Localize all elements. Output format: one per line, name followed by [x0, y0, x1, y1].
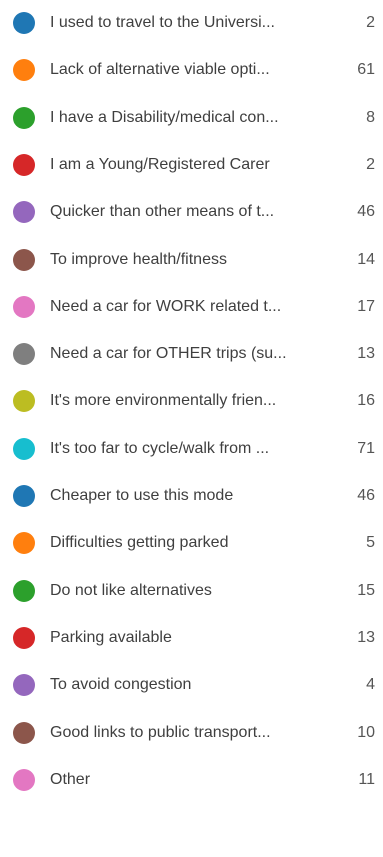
legend-value: 10 [357, 723, 375, 741]
legend-label: Good links to public transport... [50, 723, 271, 741]
legend-color-dot [13, 437, 35, 460]
legend-item[interactable]: Do not like alternatives 15 [0, 571, 383, 611]
legend-value: 17 [357, 297, 375, 315]
legend-label: I am a Young/Registered Carer [50, 155, 270, 173]
legend-value: 46 [357, 203, 375, 221]
legend-item[interactable]: Quicker than other means of t... 46 [0, 192, 383, 232]
legend-item[interactable]: To improve health/fitness 14 [0, 240, 383, 280]
legend-item[interactable]: To avoid congestion 4 [0, 665, 383, 705]
legend-label: Cheaper to use this mode [50, 487, 234, 504]
legend-item[interactable]: Lack of alternative viable opti... 61 [0, 50, 383, 90]
legend-value: 46 [357, 487, 375, 504]
legend-item[interactable]: I am a Young/Registered Carer 2 [0, 145, 383, 185]
legend-value: 16 [357, 392, 375, 410]
legend-item[interactable]: I used to travel to the Universi... 2 [0, 3, 383, 43]
legend-item[interactable]: It's too far to cycle/walk from ... 71 [0, 429, 383, 469]
legend-item[interactable]: Cheaper to use this mode 46 [0, 476, 383, 516]
chart-legend: I used to travel to the Universi... 2 Lack… [0, 0, 383, 857]
legend-item[interactable]: Other 11 [0, 760, 383, 800]
legend-value: 4 [366, 676, 375, 694]
legend-label: It's more environmentally frien... [50, 392, 277, 410]
legend-label: Lack of alternative viable opti... [50, 61, 270, 79]
legend-label: Need a car for OTHER trips (su... [50, 345, 287, 363]
legend-label: Quicker than other means of t... [50, 203, 275, 221]
legend-item[interactable]: Need a car for WORK related t... 17 [0, 287, 383, 327]
legend-label: To avoid congestion [50, 676, 192, 694]
legend-color-dot [13, 485, 35, 507]
legend-label: I have a Disability/medical con... [50, 108, 279, 126]
legend-label: Parking available [50, 628, 172, 646]
legend-value: 61 [357, 61, 375, 79]
legend-value: 2 [366, 155, 375, 173]
legend-item[interactable]: Parking available 13 [0, 618, 383, 658]
legend-value: 15 [357, 581, 375, 599]
legend-label: Do not like alternatives [50, 581, 212, 599]
legend-color-dot [13, 768, 35, 791]
legend-item[interactable]: It's more environmentally frien... 16 [0, 381, 383, 421]
legend-color-dot [13, 248, 35, 271]
legend-color-dot [13, 674, 35, 697]
legend-color-dot [13, 390, 35, 413]
legend-color-dot [13, 201, 35, 224]
legend-value: 13 [357, 628, 375, 646]
legend-item[interactable]: I have a Disability/medical con... 8 [0, 98, 383, 138]
legend-color-dot [13, 295, 35, 318]
legend-color-dot [13, 59, 35, 82]
legend-label: Difficulties getting parked [50, 534, 229, 552]
legend-label: It's too far to cycle/walk from ... [50, 439, 270, 457]
legend-value: 8 [366, 108, 375, 126]
legend-label: To improve health/fitness [50, 250, 227, 268]
legend-color-dot [13, 153, 35, 176]
legend-label: Other [50, 770, 91, 788]
legend-label: I used to travel to the Universi... [50, 14, 275, 31]
legend-color-dot [13, 721, 35, 744]
legend-value: 14 [357, 250, 375, 268]
legend-value: 71 [357, 439, 375, 457]
legend-value: 2 [366, 14, 375, 31]
legend-color-dot [13, 532, 35, 555]
legend-value: 13 [357, 345, 375, 363]
legend-value: 11 [358, 770, 375, 788]
legend-color-dot [13, 626, 35, 649]
legend-color-dot [13, 579, 35, 602]
legend-item[interactable]: Difficulties getting parked 5 [0, 523, 383, 563]
legend-color-dot [13, 343, 35, 366]
legend-color-dot [13, 12, 35, 34]
legend-color-dot [13, 106, 35, 129]
legend-label: Need a car for WORK related t... [50, 297, 282, 315]
legend-item[interactable]: Need a car for OTHER trips (su... 13 [0, 334, 383, 374]
legend-item[interactable]: Good links to public transport... 10 [0, 713, 383, 753]
legend-value: 5 [366, 534, 375, 552]
